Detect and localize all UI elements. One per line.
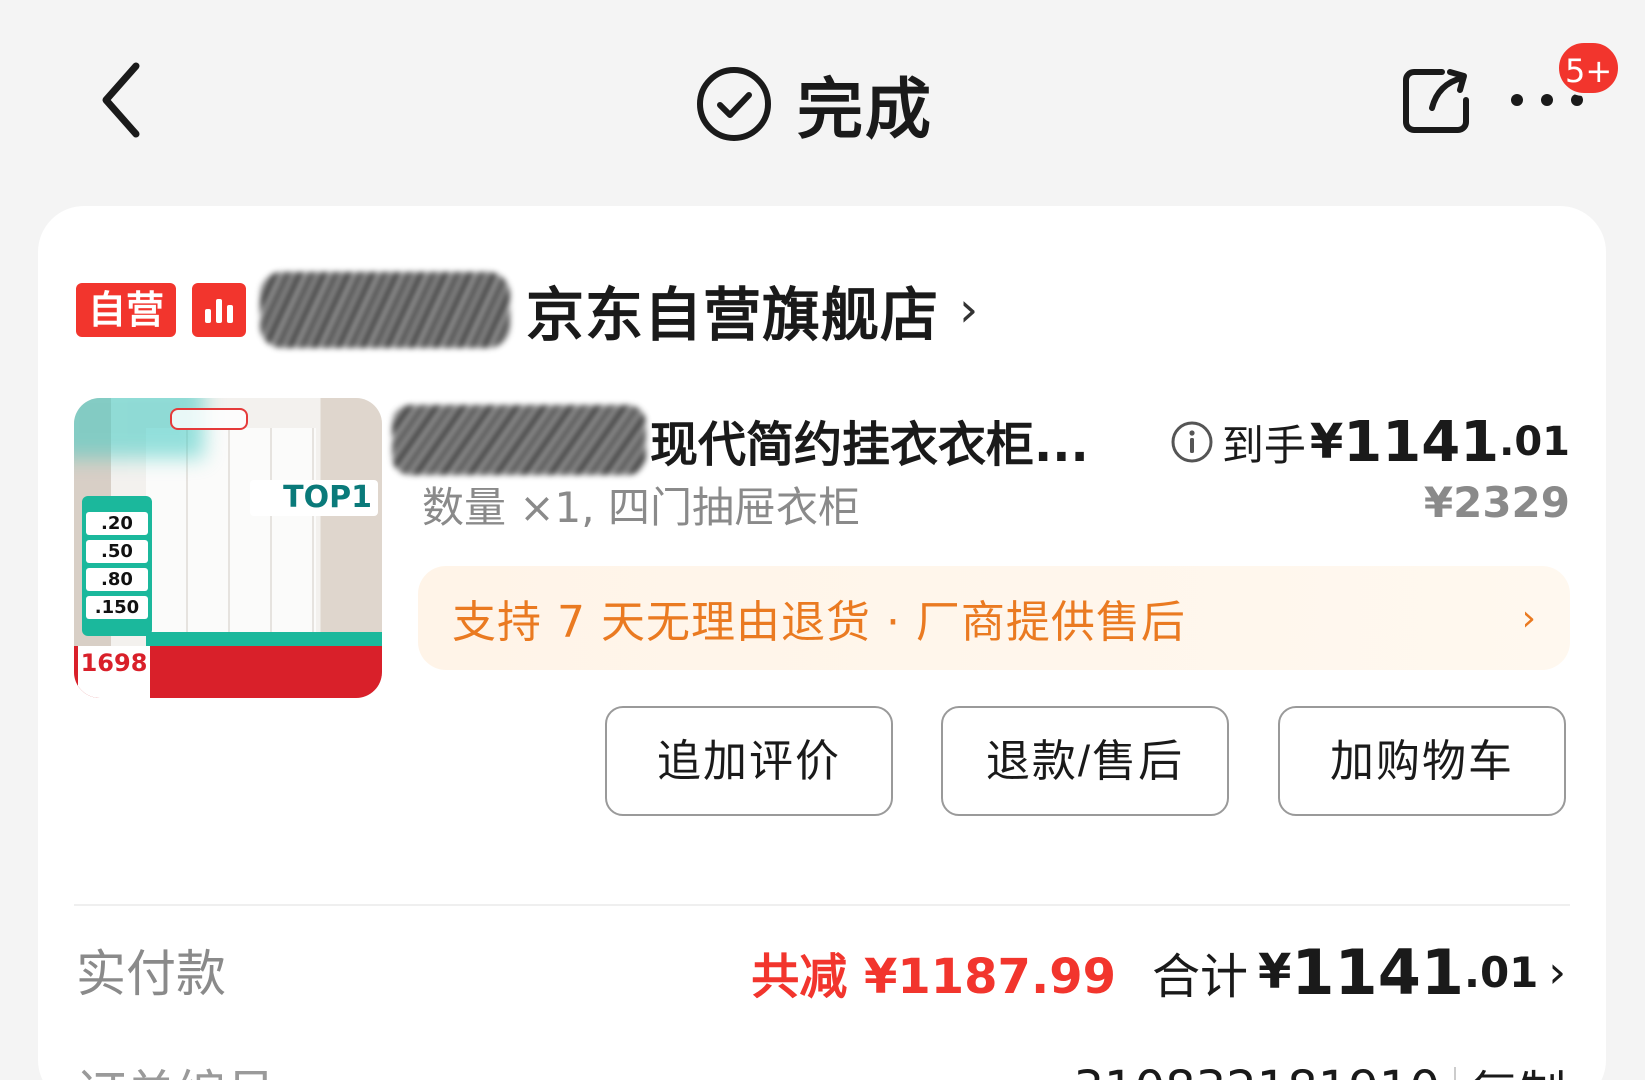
final-price: 到手 ¥ 1141 .01 [1170,406,1570,478]
share-button[interactable] [1400,64,1472,136]
store-row[interactable]: 自营 京东自营旗舰店 › [76,272,979,349]
chevron-right-icon: › [1548,946,1566,998]
product-image[interactable]: TOP1 .20 .50 .80 .150 1698 [74,398,382,698]
info-icon[interactable] [1170,420,1214,464]
price-label: 到手 [1221,420,1306,470]
redacted-text [260,272,511,348]
share-icon [1403,69,1469,133]
check-circle-icon [697,67,771,141]
order-detail-page: 完成 5+ 自营 京东自营旗舰店 › TOP1 .20 .50 .80 .150… [0,0,1645,1080]
product-name-text: 现代简约挂衣衣柜... [650,417,1089,473]
chevron-left-icon [102,62,140,138]
self-operated-tag: 自营 [76,283,177,337]
order-status-title: 完成 [695,62,933,148]
brand-logo [170,408,248,430]
order-card: 自营 京东自营旗舰店 › TOP1 .20 .50 .80 .150 1698 … [38,206,1606,1080]
order-number: 310832181910 [1074,1061,1440,1080]
payment-label: 实付款 [76,945,226,1003]
coupon-price-tags: .20 .50 .80 .150 [82,496,152,636]
promo-strip: 1698 [74,646,382,698]
add-review-button[interactable]: 追加评价 [605,706,893,816]
product-name[interactable]: 现代简约挂衣衣柜... [392,404,1089,476]
top1-badge: TOP1 [250,480,378,516]
copy-button[interactable]: 复制 [1470,1054,1566,1080]
order-number-label: 订单编号 [76,1054,276,1080]
refund-aftersale-button[interactable]: 退款/售后 [941,706,1229,816]
divider [74,904,1570,906]
payment-summary[interactable]: 共减 ¥1187.99 合计 ¥ 1141 .01 › [751,930,1566,1014]
store-name[interactable]: 京东自营旗舰店 [526,268,939,352]
add-to-cart-button[interactable]: 加购物车 [1278,706,1566,816]
wardrobe-illustration [146,428,316,658]
back-button[interactable] [98,58,148,142]
chevron-right-icon: › [959,282,979,338]
order-number-row: 310832181910 复制 [1074,1054,1566,1080]
redacted-text [392,405,646,475]
plus-price: 1698 [80,649,148,677]
page-title: 完成 [797,71,933,148]
return-policy-text: 支持 7 天无理由退货 · 厂商提供售后 [452,597,1186,648]
total-label: 合计 [1152,949,1249,1005]
original-price: ¥2329 [1423,478,1570,527]
bar-chart-icon [192,283,247,337]
notification-badge: 5+ [1556,40,1622,96]
top-nav-bar: 完成 5+ [0,0,1645,200]
chevron-right-icon: › [1521,597,1536,639]
total-discount: 共减 ¥1187.99 [751,949,1116,1005]
total-amount: 1141 [1291,935,1464,1009]
return-policy-banner[interactable]: 支持 7 天无理由退货 · 厂商提供售后 › [418,566,1570,670]
product-spec: 数量 ×1, 四门抽屉衣柜 [422,483,860,532]
